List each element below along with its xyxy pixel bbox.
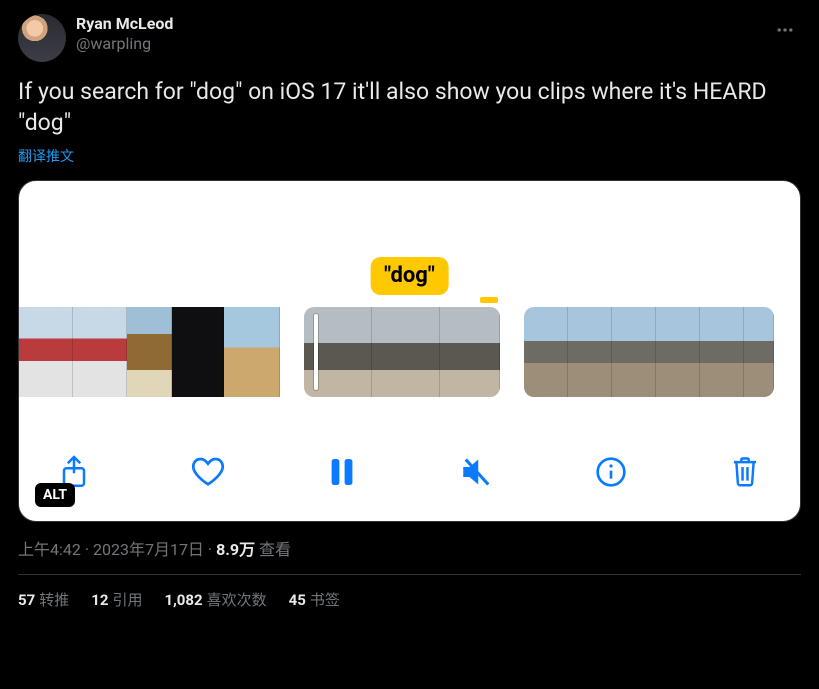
mute-icon bbox=[459, 457, 495, 487]
avatar[interactable] bbox=[18, 14, 66, 62]
likes-label: 喜欢次数 bbox=[207, 591, 267, 609]
info-button[interactable] bbox=[590, 451, 632, 493]
pause-icon bbox=[329, 456, 355, 488]
caption-bubble: "dog" bbox=[370, 257, 449, 295]
tweet-text: If you search for "dog" on iOS 17 it'll … bbox=[18, 76, 801, 138]
meta-date[interactable]: 2023年7月17日 bbox=[93, 540, 204, 559]
pause-button[interactable] bbox=[321, 451, 363, 493]
stat-bookmarks[interactable]: 45书签 bbox=[289, 589, 340, 610]
translate-link[interactable]: 翻译推文 bbox=[18, 146, 801, 166]
mute-button[interactable] bbox=[456, 451, 498, 493]
display-name: Ryan McLeod bbox=[76, 14, 173, 34]
meta-views-count: 8.9万 bbox=[216, 540, 255, 559]
video-timeline[interactable] bbox=[19, 307, 800, 397]
likes-count: 1,082 bbox=[164, 591, 202, 609]
media-controls bbox=[19, 449, 800, 495]
tweet-stats: 57转推 12引用 1,082 喜欢次数 45书签 bbox=[18, 575, 801, 610]
author-names[interactable]: Ryan McLeod @warpling bbox=[76, 14, 173, 54]
tweet-container: Ryan McLeod @warpling If you search for … bbox=[0, 0, 819, 610]
quotes-count: 12 bbox=[91, 591, 108, 609]
clip-group-active[interactable] bbox=[304, 307, 500, 397]
playhead-indicator bbox=[480, 297, 498, 303]
trash-icon bbox=[731, 456, 759, 488]
retweets-label: 转推 bbox=[39, 591, 69, 609]
tweet-header: Ryan McLeod @warpling bbox=[18, 14, 801, 62]
meta-views-label: 查看 bbox=[259, 540, 291, 559]
media-card[interactable]: "dog" bbox=[18, 180, 801, 522]
meta-time[interactable]: 上午4:42 bbox=[18, 540, 81, 559]
quotes-label: 引用 bbox=[112, 591, 142, 609]
more-button[interactable] bbox=[769, 14, 801, 46]
bookmarks-count: 45 bbox=[289, 591, 306, 609]
tweet-meta: 上午4:42 · 2023年7月17日 · 8.9万 查看 bbox=[18, 536, 801, 560]
handle: @warpling bbox=[76, 34, 173, 54]
clip-group[interactable] bbox=[19, 307, 280, 397]
delete-button[interactable] bbox=[724, 451, 766, 493]
alt-badge[interactable]: ALT bbox=[35, 483, 75, 507]
like-button[interactable] bbox=[187, 451, 229, 493]
info-icon bbox=[595, 456, 627, 488]
retweets-count: 57 bbox=[18, 591, 35, 609]
bookmarks-label: 书签 bbox=[310, 591, 340, 609]
stat-quotes[interactable]: 12引用 bbox=[91, 589, 142, 610]
stat-likes[interactable]: 1,082 喜欢次数 bbox=[164, 589, 266, 610]
more-icon bbox=[775, 20, 795, 40]
heart-icon bbox=[191, 457, 225, 487]
stat-retweets[interactable]: 57转推 bbox=[18, 589, 69, 610]
clip-group[interactable] bbox=[524, 307, 774, 397]
